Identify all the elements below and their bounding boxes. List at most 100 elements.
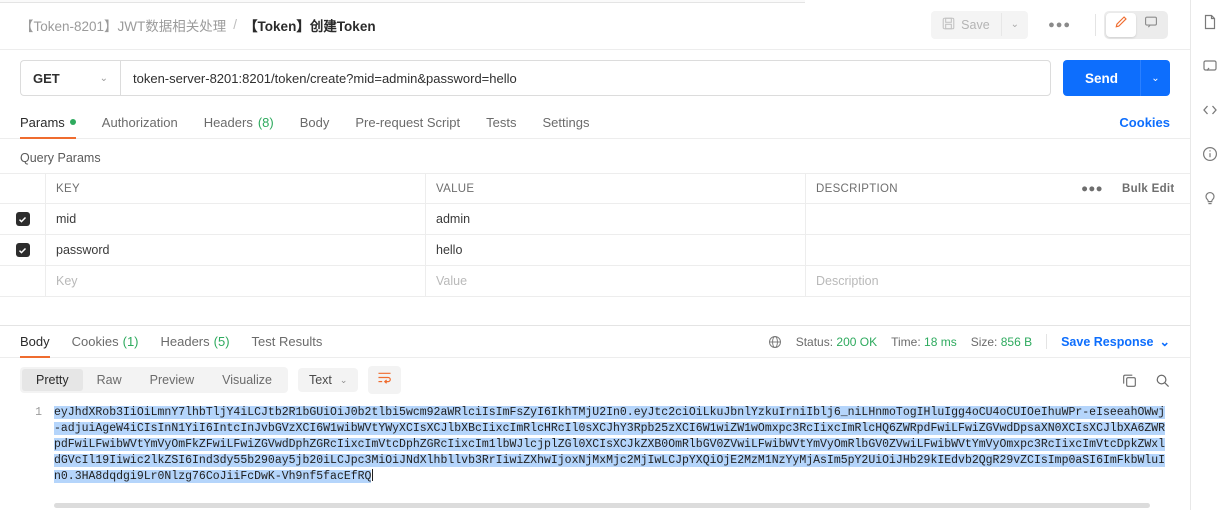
- selected-body-text: eyJhdXRob3IiOiLmnY7lhbTljY4iLCJtb2R1bGUi…: [54, 406, 1166, 483]
- tab-headers-label: Headers: [203, 114, 253, 130]
- bulk-edit-button[interactable]: Bulk Edit: [1112, 174, 1190, 203]
- row-value-input[interactable]: admin: [426, 204, 806, 234]
- send-dropdown-caret[interactable]: ⌄: [1140, 60, 1170, 96]
- response-tab-test-results-label: Test Results: [251, 334, 323, 349]
- view-mode-pretty[interactable]: Pretty: [22, 369, 83, 391]
- format-select[interactable]: Text ⌄: [297, 368, 359, 392]
- empty-row-key-input[interactable]: Key: [46, 266, 426, 296]
- wrap-lines-button[interactable]: [368, 366, 402, 394]
- chevron-down-icon: ⌄: [1159, 335, 1170, 349]
- empty-row-description-input[interactable]: Description: [806, 266, 1190, 296]
- postman-window: 【Token-8201】JWT数据相关处理 / 【Token】创建Token S…: [0, 0, 1229, 510]
- save-button[interactable]: Save: [931, 11, 1001, 39]
- document-icon[interactable]: [1196, 8, 1224, 36]
- response-tab-headers-label: Headers: [160, 334, 210, 349]
- header-divider: [1095, 13, 1096, 36]
- text-cursor: [372, 469, 374, 481]
- tab-settings-label: Settings: [542, 114, 590, 130]
- request-header: 【Token-8201】JWT数据相关处理 / 【Token】创建Token S…: [0, 0, 1190, 50]
- line-number: 1: [35, 406, 42, 419]
- row-description-input[interactable]: [806, 204, 1190, 234]
- tab-body-label: Body: [299, 114, 330, 130]
- header-key: KEY: [46, 174, 426, 203]
- info-icon[interactable]: [1196, 140, 1224, 168]
- right-sidebar: [1190, 0, 1229, 510]
- row-checkbox[interactable]: [15, 212, 30, 226]
- wrap-lines-icon: [377, 371, 392, 389]
- horizontal-scrollbar[interactable]: [54, 503, 1154, 508]
- view-mode-visualize[interactable]: Visualize: [208, 369, 286, 391]
- header-description: DESCRIPTION: [816, 182, 898, 195]
- response-body-toolbar: Pretty Raw Preview Visualize Text ⌄: [0, 358, 1190, 402]
- floppy-icon: [942, 17, 955, 33]
- empty-row-checkbox-cell: [0, 266, 46, 296]
- tab-pre-request-script[interactable]: Pre-request Script: [355, 106, 460, 139]
- bulb-icon[interactable]: [1196, 184, 1224, 212]
- response-body-viewer: 1 eyJhdXRob3IiOiLmnY7lhbTljY4iLCJtb2R1bG…: [0, 402, 1190, 485]
- tab-tests-label: Tests: [486, 114, 517, 130]
- code-icon[interactable]: [1196, 96, 1224, 124]
- save-response-button[interactable]: Save Response ⌄: [1046, 334, 1170, 349]
- view-mode-raw[interactable]: Raw: [83, 369, 136, 391]
- response-tabs: Body Cookies (1) Headers (5) Test Result…: [0, 326, 1190, 358]
- response-tab-headers-count: (5): [213, 334, 230, 349]
- time-value: 18 ms: [924, 334, 957, 349]
- row-key-input[interactable]: password: [46, 235, 426, 265]
- tab-settings[interactable]: Settings: [542, 106, 589, 139]
- table-row: mid admin: [0, 204, 1190, 235]
- body-action-icons: [1122, 373, 1170, 388]
- params-modified-dot: [69, 119, 76, 125]
- view-toggle-group: [1104, 10, 1168, 39]
- search-icon[interactable]: [1155, 373, 1170, 388]
- response-tab-body-label: Body: [20, 334, 50, 349]
- response-tab-headers[interactable]: Headers (5): [161, 326, 230, 358]
- comment-icon[interactable]: [1196, 52, 1224, 80]
- tab-authorization[interactable]: Authorization: [102, 106, 178, 139]
- table-options-button[interactable]: ●●●: [1072, 174, 1112, 203]
- breadcrumb-parent[interactable]: 【Token-8201】JWT数据相关处理: [20, 15, 226, 35]
- empty-row-value-input[interactable]: Value: [426, 266, 806, 296]
- save-label: Save: [961, 17, 990, 32]
- response-body-text[interactable]: eyJhdXRob3IiOiLmnY7lhbTljY4iLCJtb2R1bGUi…: [54, 402, 1170, 485]
- table-header-row: KEY VALUE DESCRIPTION ●●● Bulk Edit: [0, 174, 1190, 204]
- tab-headers[interactable]: Headers (8): [204, 106, 274, 139]
- size-value: 856 B: [1000, 334, 1033, 349]
- method-select[interactable]: GET ⌄: [20, 60, 120, 96]
- row-value-input[interactable]: hello: [426, 235, 806, 265]
- more-options-button[interactable]: ●●●: [1038, 13, 1081, 37]
- tab-params[interactable]: Params: [20, 106, 76, 139]
- response-tab-test-results[interactable]: Test Results: [252, 326, 323, 358]
- response-tab-cookies-count: (1): [122, 334, 139, 349]
- status-label: Status:: [795, 334, 834, 349]
- view-mode-preview[interactable]: Preview: [136, 369, 208, 391]
- breadcrumb-current: 【Token】创建Token: [244, 18, 376, 34]
- table-empty-row: Key Value Description: [0, 266, 1190, 297]
- row-checkbox-cell: [0, 204, 46, 234]
- breadcrumb: 【Token-8201】JWT数据相关处理 / 【Token】创建Token: [0, 15, 376, 35]
- table-row: password hello: [0, 235, 1190, 266]
- main-panel: 【Token-8201】JWT数据相关处理 / 【Token】创建Token S…: [0, 0, 1190, 510]
- save-group: Save ⌄: [931, 10, 1029, 39]
- url-input[interactable]: token-server-8201:8201/token/create?mid=…: [120, 60, 1051, 96]
- response-tab-cookies[interactable]: Cookies (1): [72, 326, 139, 358]
- tab-params-label: Params: [20, 114, 65, 130]
- save-response-label: Save Response: [1061, 334, 1154, 349]
- status-badge: Status: 200 OK: [796, 335, 877, 349]
- response-tab-body[interactable]: Body: [20, 326, 50, 358]
- row-checkbox[interactable]: [15, 243, 30, 257]
- query-params-table: KEY VALUE DESCRIPTION ●●● Bulk Edit mid …: [0, 173, 1190, 297]
- row-key-input[interactable]: mid: [46, 204, 426, 234]
- row-description-input[interactable]: [806, 235, 1190, 265]
- edit-mode-button[interactable]: [1106, 12, 1136, 37]
- view-mode-group: Pretty Raw Preview Visualize: [20, 367, 288, 393]
- comment-mode-button[interactable]: [1136, 13, 1166, 37]
- tab-headers-count: (8): [257, 114, 274, 130]
- header-value: VALUE: [426, 174, 806, 203]
- chevron-down-icon: ⌄: [339, 374, 348, 385]
- tab-tests[interactable]: Tests: [486, 106, 516, 139]
- copy-icon[interactable]: [1122, 373, 1137, 388]
- tab-body[interactable]: Body: [300, 106, 330, 139]
- send-button[interactable]: Send: [1062, 60, 1140, 96]
- cookies-link[interactable]: Cookies: [1119, 115, 1170, 130]
- save-dropdown-caret[interactable]: ⌄: [1000, 13, 1028, 36]
